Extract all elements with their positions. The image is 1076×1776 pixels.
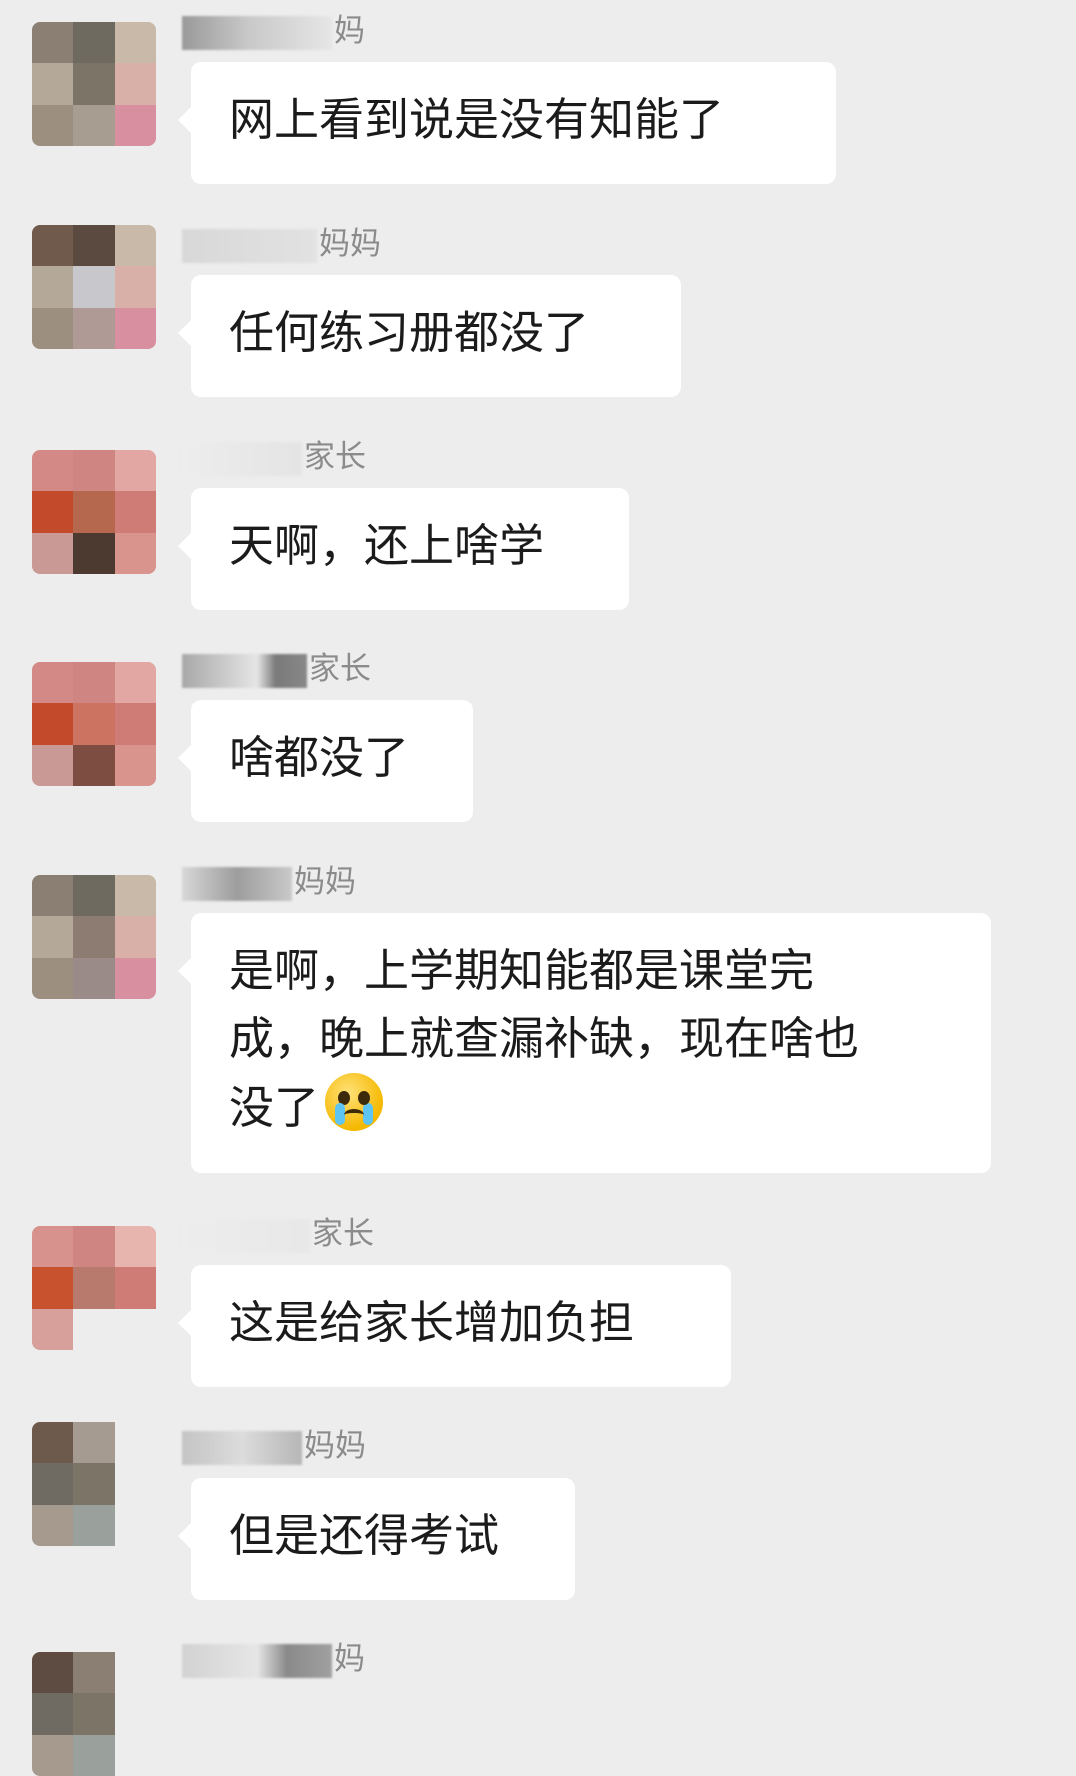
message-text: 任何练习册都没了: [229, 306, 590, 359]
sender-name: 妈妈: [182, 225, 381, 263]
message-text: 啥都没了: [229, 731, 410, 784]
avatar[interactable]: [32, 22, 156, 146]
message-text: 天啊，还上啥学: [229, 519, 545, 572]
message-bubble[interactable]: 是啊，上学期知能都是课堂完 成，晚上就查漏补缺，现在啥也 没了: [178, 913, 991, 1173]
redacted-name: [182, 15, 332, 50]
sender-name-text: 家长: [309, 651, 371, 687]
sender-name-text: 妈妈: [304, 1428, 366, 1464]
redacted-name: [182, 653, 307, 688]
message-text-segment: 没了: [229, 1081, 320, 1134]
message-bubble[interactable]: 啥都没了: [178, 700, 473, 822]
sender-name: 家长: [182, 438, 366, 476]
message-bubble[interactable]: 网上看到说是没有知能了: [178, 62, 836, 184]
message-text: 网上看到说是没有知能了: [229, 93, 725, 146]
sender-name-text: 家长: [312, 1216, 374, 1252]
redacted-name: [182, 441, 302, 476]
sender-name: 妈: [182, 12, 365, 50]
message-text: 但是还得考试: [229, 1509, 500, 1562]
message-text: 成，晚上就查漏补缺，现在啥也: [229, 1012, 860, 1065]
avatar[interactable]: [32, 450, 156, 574]
redacted-name: [182, 1430, 302, 1465]
sender-name-text: 妈: [334, 13, 365, 49]
sender-name-text: 妈妈: [319, 226, 381, 262]
sender-name-text: 妈: [334, 1641, 365, 1677]
sender-name: 妈妈: [182, 1427, 366, 1465]
message-text: 这是给家长增加负担: [229, 1296, 635, 1349]
redacted-name: [182, 866, 292, 901]
sender-name-text: 家长: [304, 439, 366, 475]
sender-name: 家长: [182, 650, 371, 688]
avatar[interactable]: [32, 875, 156, 999]
sender-name-text: 妈妈: [294, 864, 356, 900]
redacted-name: [182, 1218, 310, 1253]
crying-face-icon: [325, 1073, 384, 1131]
sender-name: 家长: [182, 1215, 374, 1253]
message-bubble[interactable]: 这是给家长增加负担: [178, 1265, 731, 1387]
sender-name: 妈妈: [182, 863, 356, 901]
redacted-name: [182, 228, 317, 263]
avatar[interactable]: [32, 662, 156, 786]
avatar[interactable]: [32, 1226, 156, 1350]
message-text: 没了: [229, 1073, 953, 1142]
sender-name: 妈: [182, 1640, 365, 1678]
message-bubble[interactable]: 任何练习册都没了: [178, 275, 681, 397]
message-bubble[interactable]: 天啊，还上啥学: [178, 488, 629, 610]
avatar[interactable]: [32, 225, 156, 349]
redacted-name: [182, 1643, 332, 1678]
message-bubble[interactable]: 但是还得考试: [178, 1478, 575, 1600]
message-text: 是啊，上学期知能都是课堂完: [229, 944, 815, 997]
avatar[interactable]: [32, 1422, 156, 1546]
